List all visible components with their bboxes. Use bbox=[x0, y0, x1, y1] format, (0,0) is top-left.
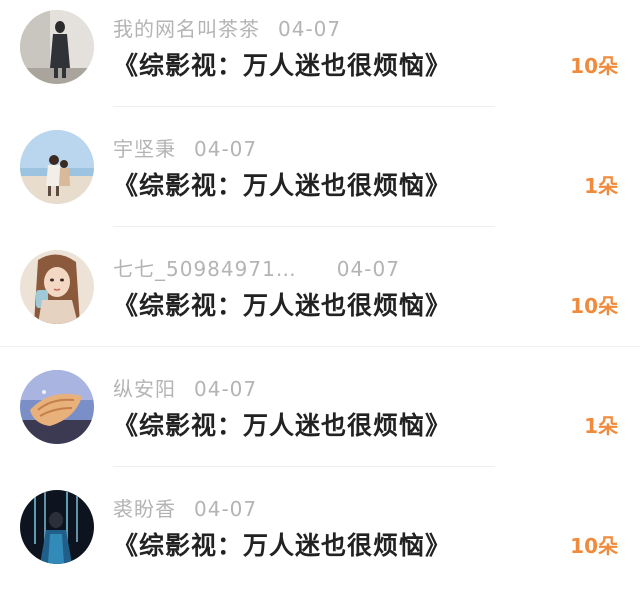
avatar[interactable] bbox=[20, 250, 94, 324]
post-date: 04-07 bbox=[194, 137, 258, 161]
user-name[interactable]: 我的网名叫茶茶 bbox=[113, 13, 260, 42]
gift-count: 10朵 bbox=[570, 534, 618, 558]
user-name[interactable]: 宇坚秉 bbox=[113, 133, 176, 162]
item-meta: 我的网名叫茶茶 04-07 bbox=[113, 13, 341, 42]
post-date: 04-07 bbox=[278, 17, 342, 41]
book-title[interactable]: 《综影视：万人迷也很烦恼》 bbox=[113, 406, 451, 442]
list-item[interactable]: 我的网名叫茶茶 04-07 《综影视：万人迷也很烦恼》 10朵 bbox=[0, 0, 640, 114]
user-name[interactable]: 裘盼香 bbox=[113, 493, 176, 522]
post-date: 04-07 bbox=[194, 377, 258, 401]
book-title[interactable]: 《综影视：万人迷也很烦恼》 bbox=[113, 286, 451, 322]
gift-count: 10朵 bbox=[570, 54, 618, 78]
divider bbox=[113, 106, 495, 107]
gift-count: 10朵 bbox=[570, 294, 618, 318]
book-title[interactable]: 《综影视：万人迷也很烦恼》 bbox=[113, 526, 451, 562]
list-item[interactable]: 裘盼香 04-07 《综影视：万人迷也很烦恼》 10朵 bbox=[0, 480, 640, 594]
gift-count: 1朵 bbox=[584, 174, 618, 198]
user-name[interactable]: 纵安阳 bbox=[113, 373, 176, 402]
list-item[interactable]: 纵安阳 04-07 《综影视：万人迷也很烦恼》 1朵 bbox=[0, 360, 640, 474]
divider bbox=[0, 346, 640, 347]
avatar[interactable] bbox=[20, 370, 94, 444]
user-name[interactable]: 七七_50984971… bbox=[113, 253, 297, 282]
item-meta: 宇坚秉 04-07 bbox=[113, 133, 257, 162]
post-date: 04-07 bbox=[194, 497, 258, 521]
item-meta: 裘盼香 04-07 bbox=[113, 493, 257, 522]
gift-count: 1朵 bbox=[584, 414, 618, 438]
item-meta: 七七_50984971… 04-07 bbox=[113, 253, 400, 282]
list-item[interactable]: 七七_50984971… 04-07 《综影视：万人迷也很烦恼》 10朵 bbox=[0, 240, 640, 354]
book-title[interactable]: 《综影视：万人迷也很烦恼》 bbox=[113, 46, 451, 82]
avatar[interactable] bbox=[20, 10, 94, 84]
divider bbox=[113, 466, 495, 467]
book-title[interactable]: 《综影视：万人迷也很烦恼》 bbox=[113, 166, 451, 202]
gift-list: 我的网名叫茶茶 04-07 《综影视：万人迷也很烦恼》 10朵 宇坚秉 04-07 bbox=[0, 0, 640, 570]
post-date: 04-07 bbox=[336, 257, 400, 281]
list-item[interactable]: 宇坚秉 04-07 《综影视：万人迷也很烦恼》 1朵 bbox=[0, 120, 640, 234]
avatar[interactable] bbox=[20, 130, 94, 204]
item-meta: 纵安阳 04-07 bbox=[113, 373, 257, 402]
avatar[interactable] bbox=[20, 490, 94, 564]
divider bbox=[113, 226, 495, 227]
